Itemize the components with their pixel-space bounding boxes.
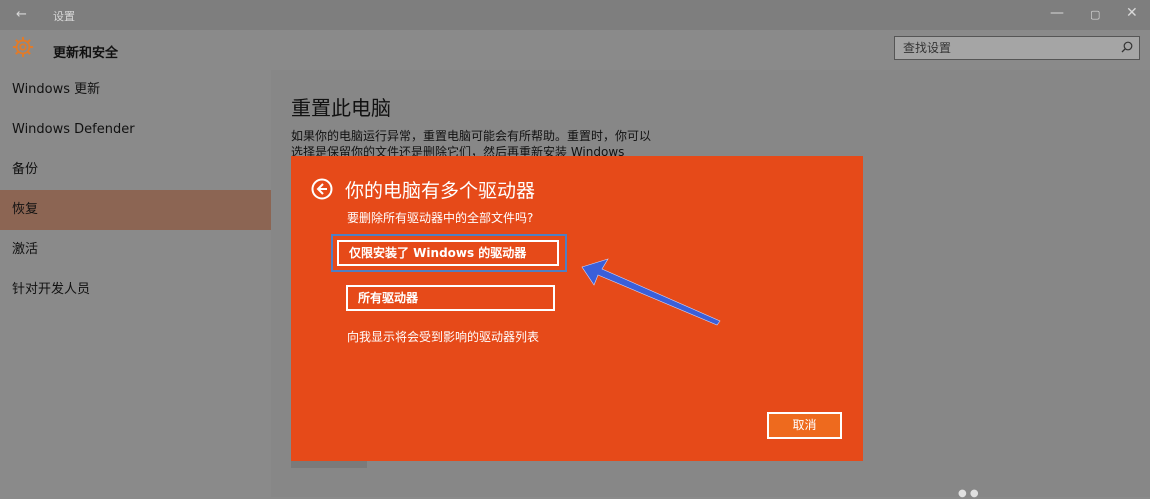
corner-decoration: ● ● — [958, 488, 979, 499]
restore-button[interactable]: ▢ — [1090, 8, 1100, 21]
cancel-button[interactable]: 取消 — [767, 412, 842, 439]
dialog-subtitle: 要删除所有驱动器中的全部文件吗? — [347, 211, 534, 225]
drive-selection-dialog: 你的电脑有多个驱动器 要删除所有驱动器中的全部文件吗? 仅限安装了 Window… — [291, 156, 863, 461]
window-title: 设置 — [53, 10, 75, 23]
title-bar: ← 设置 — ▢ ✕ — [0, 0, 1150, 30]
sidebar-item-developers[interactable]: 针对开发人员 — [0, 270, 271, 310]
search-box[interactable] — [894, 36, 1140, 60]
close-button[interactable]: ✕ — [1126, 5, 1138, 21]
section-title: 更新和安全 — [53, 46, 119, 61]
search-icon[interactable] — [1121, 41, 1133, 53]
sidebar: Windows 更新 Windows Defender 备份 恢复 激活 针对开… — [0, 70, 271, 497]
sidebar-item-activation[interactable]: 激活 — [0, 230, 271, 270]
page-title: 重置此电脑 — [291, 96, 391, 120]
windows-drive-only-button[interactable]: 仅限安装了 Windows 的驱动器 — [337, 240, 559, 266]
annotation-arrow — [581, 258, 721, 326]
back-circle-icon[interactable] — [311, 178, 333, 200]
show-drives-list-link[interactable]: 向我显示将会受到影响的驱动器列表 — [347, 328, 539, 345]
back-arrow-icon[interactable]: ← — [16, 7, 27, 22]
sidebar-item-recovery[interactable]: 恢复 — [0, 190, 271, 230]
dialog-title: 你的电脑有多个驱动器 — [345, 180, 536, 202]
search-input[interactable] — [895, 37, 1131, 59]
sidebar-item-windows-defender[interactable]: Windows Defender — [0, 110, 271, 150]
sidebar-item-backup[interactable]: 备份 — [0, 150, 271, 190]
sidebar-item-windows-update[interactable]: Windows 更新 — [0, 70, 271, 110]
minimize-button[interactable]: — — [1050, 5, 1064, 21]
all-drives-button[interactable]: 所有驱动器 — [346, 285, 555, 311]
gear-icon — [12, 36, 34, 58]
